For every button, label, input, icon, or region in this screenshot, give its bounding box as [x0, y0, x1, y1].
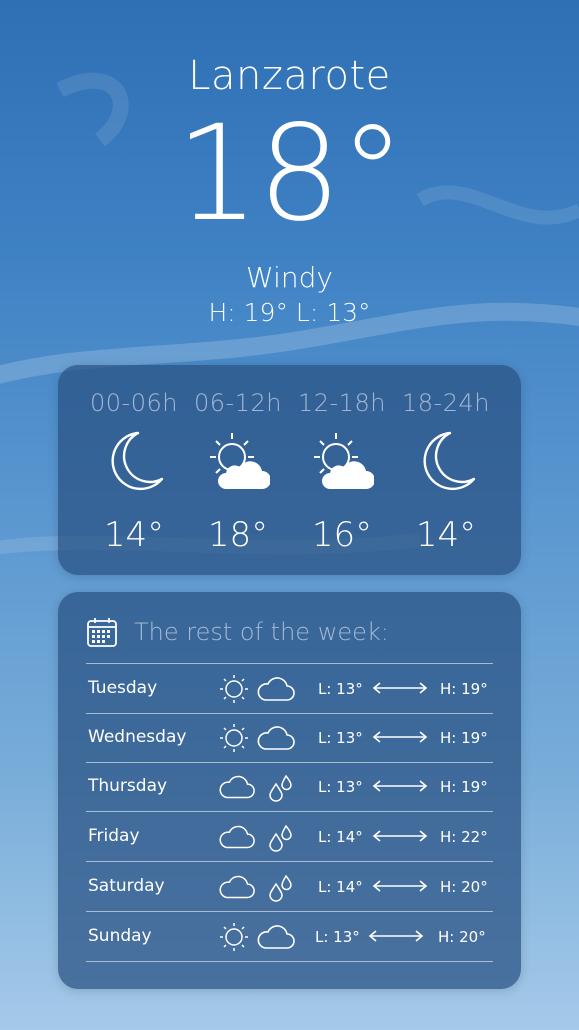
hourly-forecast-panel: 00-06h 14° 06-12h 18° 12-18h 16° 18-24h …	[58, 365, 521, 575]
header: Lanzarote	[0, 52, 579, 100]
day-name: Saturday	[88, 876, 165, 896]
hourly-slot-temp: 16°	[311, 515, 373, 555]
day-row: Tuesday L: 13° H: 19°	[86, 664, 493, 713]
current-temperature: 18°	[175, 97, 406, 251]
day-low: L: 14°	[318, 878, 363, 896]
day-name: Thursday	[88, 776, 168, 796]
day-row: Thursday L: 13° H: 19°	[86, 762, 493, 811]
day-high: H: 22°	[440, 828, 488, 846]
sun-icon	[220, 675, 248, 703]
hourly-slot-label: 12-18h	[298, 389, 386, 417]
range-arrow-icon	[372, 830, 428, 842]
day-name: Wednesday	[88, 727, 187, 747]
rain-drops-icon	[269, 824, 292, 852]
cloud-icon	[219, 825, 255, 849]
current-high-low: H: 19° L: 13°	[208, 298, 371, 327]
weekly-forecast-panel: The rest of the week: Tuesday L: 13° H: …	[58, 592, 521, 989]
day-high: H: 19°	[440, 729, 488, 747]
day-row: Friday L: 14° H: 22°	[86, 812, 493, 861]
hourly-slot-temp: 18°	[207, 515, 269, 555]
hourly-slot-label: 00-06h	[90, 389, 178, 417]
cloud-icon	[257, 925, 295, 949]
day-high: H: 19°	[440, 778, 488, 796]
sun-icon	[220, 724, 248, 752]
range-arrow-icon	[372, 880, 428, 892]
hourly-slot-temp: 14°	[415, 515, 477, 555]
day-row: Saturday L: 14° H: 20°	[86, 862, 493, 911]
day-low: L: 13°	[318, 729, 363, 747]
day-high: H: 20°	[438, 928, 486, 946]
day-high: H: 20°	[440, 878, 488, 896]
moon-icon	[111, 431, 164, 490]
hourly-slot-label: 18-24h	[402, 389, 490, 417]
day-low: L: 13°	[318, 680, 363, 698]
hourly-slot-temp: 14°	[103, 515, 165, 555]
divider	[86, 961, 493, 962]
sun-cloud-icon	[314, 433, 374, 489]
rain-drops-icon	[269, 774, 292, 802]
range-arrow-icon	[372, 780, 428, 792]
day-low: L: 14°	[318, 828, 363, 846]
rain-drops-icon	[269, 874, 292, 902]
city-name: Lanzarote	[188, 53, 391, 99]
hourly-slot-label: 06-12h	[194, 389, 282, 417]
day-high: H: 19°	[440, 680, 488, 698]
day-low: L: 13°	[315, 928, 360, 946]
current-condition: Windy	[246, 261, 333, 294]
day-name: Friday	[88, 826, 140, 846]
cloud-icon	[257, 726, 295, 750]
cloud-icon	[257, 677, 295, 701]
calendar-icon	[87, 618, 117, 647]
moon-icon	[423, 431, 476, 490]
sun-cloud-icon	[210, 433, 270, 489]
day-low: L: 13°	[318, 778, 363, 796]
range-arrow-icon	[368, 930, 424, 942]
day-name: Tuesday	[88, 678, 158, 698]
cloud-icon	[219, 775, 255, 799]
weekly-title: The rest of the week:	[134, 618, 389, 646]
range-arrow-icon	[372, 731, 428, 743]
day-row: Wednesday L: 13° H: 19°	[86, 713, 493, 762]
range-arrow-icon	[372, 682, 428, 694]
day-name: Sunday	[88, 926, 152, 946]
sun-icon	[220, 923, 248, 951]
cloud-icon	[219, 875, 255, 899]
day-row: Sunday L: 13° H: 20°	[86, 912, 493, 961]
